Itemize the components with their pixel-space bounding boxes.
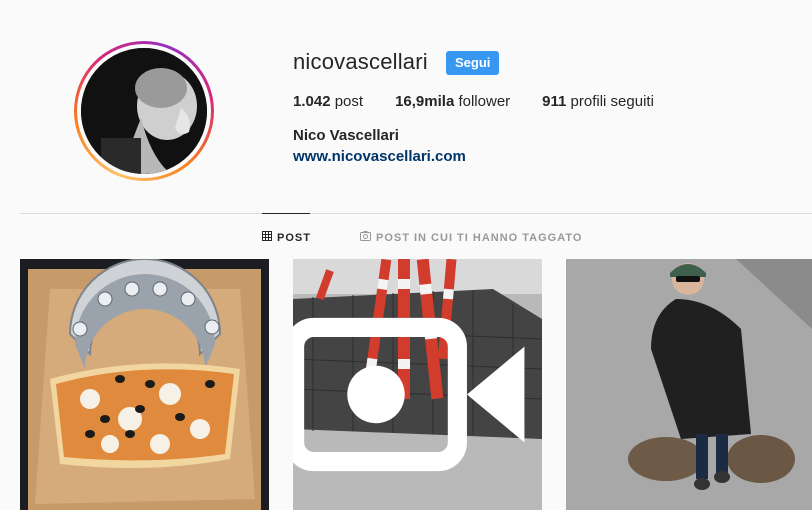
profile-website-link[interactable]: www.nicovascellari.com [293,148,466,165]
stat-posts: 1.042 post [293,93,363,110]
post-image [20,259,269,510]
tag-photo-icon [360,231,371,244]
tab-tagged-label: POST IN CUI TI HANNO TAGGATO [376,231,583,244]
stat-followers-value: 16,9mila [395,93,455,110]
stat-following-value: 911 [542,93,567,110]
profile-full-name: Nico Vascellari [293,127,399,144]
grid-icon [262,231,272,244]
tab-posts[interactable]: POST [262,231,311,244]
profile-stats: 1.042 post 16,9mila follower 911 profili… [293,93,686,110]
video-icon [293,317,525,472]
profile-avatar-ring[interactable] [74,41,214,181]
follow-button[interactable]: Segui [446,51,500,75]
stat-following[interactable]: 911 profili seguiti [542,93,654,110]
post-thumbnail-1[interactable] [20,259,269,510]
avatar[interactable] [81,48,207,174]
post-image [566,259,812,510]
active-tab-indicator [262,213,310,214]
post-thumbnail-3[interactable] [566,259,812,510]
stat-posts-value: 1.042 [293,93,331,110]
stat-followers[interactable]: 16,9mila follower [395,93,510,110]
post-thumbnail-2[interactable] [293,259,542,510]
tabs-divider [20,213,812,214]
tab-posts-label: POST [277,231,311,244]
stat-following-label: profili seguiti [570,93,654,110]
stat-followers-label: follower [458,93,511,110]
avatar-photo [81,48,207,174]
stat-posts-label: post [334,93,364,110]
profile-username: nicovascellari [293,49,428,74]
tab-tagged[interactable]: POST IN CUI TI HANNO TAGGATO [360,231,582,244]
